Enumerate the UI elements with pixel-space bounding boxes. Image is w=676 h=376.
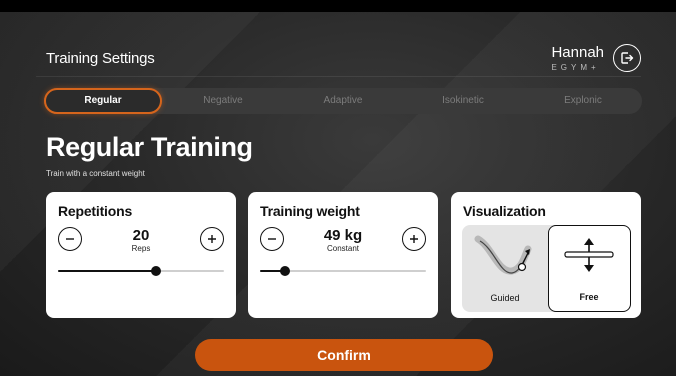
repetitions-slider-fill <box>58 270 156 272</box>
user-name: Hannah <box>551 44 604 61</box>
plus-icon <box>410 235 418 243</box>
tab-isokinetic[interactable]: Isokinetic <box>404 88 522 114</box>
app-title: Training Settings <box>46 50 155 67</box>
weight-decrease-button[interactable] <box>260 227 284 251</box>
repetitions-decrease-button[interactable] <box>58 227 82 251</box>
visualization-card: Visualization Guided Free <box>451 192 641 318</box>
repetitions-unit: Reps <box>131 244 151 253</box>
minus-icon <box>66 238 74 240</box>
tab-explonic[interactable]: Explonic <box>524 88 642 114</box>
header-divider <box>36 76 641 77</box>
tab-adaptive[interactable]: Adaptive <box>284 88 402 114</box>
training-weight-card: Training weight 49 kg Constant <box>248 192 438 318</box>
brand-logo: EGYM+ <box>551 63 600 72</box>
free-movement-icon <box>564 238 614 272</box>
page-title: Regular Training <box>46 132 253 162</box>
status-bar <box>0 0 676 12</box>
repetitions-value: 20 <box>132 227 150 244</box>
repetitions-card: Repetitions 20 Reps <box>46 192 236 318</box>
training-weight-title: Training weight <box>260 203 360 219</box>
training-mode-tabs: Regular Negative Adaptive Isokinetic Exp… <box>44 88 642 114</box>
weight-value: 49 kg <box>323 227 363 244</box>
visualization-option-free[interactable]: Free <box>548 225 631 312</box>
confirm-button[interactable]: Confirm <box>195 339 493 371</box>
repetitions-title: Repetitions <box>58 203 133 219</box>
logout-icon <box>621 52 634 64</box>
weight-slider-handle[interactable] <box>279 266 290 276</box>
weight-slider[interactable] <box>260 266 426 276</box>
user-block: Hannah EGYM+ <box>551 44 604 72</box>
repetitions-increase-button[interactable] <box>200 227 224 251</box>
guided-path-icon <box>474 235 532 275</box>
plus-icon <box>208 235 216 243</box>
tab-negative[interactable]: Negative <box>164 88 282 114</box>
tab-regular[interactable]: Regular <box>44 88 162 114</box>
visualization-option-guided[interactable]: Guided <box>462 225 548 312</box>
visualization-options: Guided Free <box>462 225 631 312</box>
minus-icon <box>268 238 276 240</box>
visualization-title: Visualization <box>463 203 546 219</box>
page-subtitle: Train with a constant weight <box>46 169 145 178</box>
logout-button[interactable] <box>613 44 641 72</box>
guided-label: Guided <box>490 293 520 303</box>
repetitions-slider-handle[interactable] <box>150 266 161 276</box>
weight-increase-button[interactable] <box>402 227 426 251</box>
free-label: Free <box>579 292 599 302</box>
repetitions-slider[interactable] <box>58 266 224 276</box>
weight-mode-label: Constant <box>326 244 360 253</box>
